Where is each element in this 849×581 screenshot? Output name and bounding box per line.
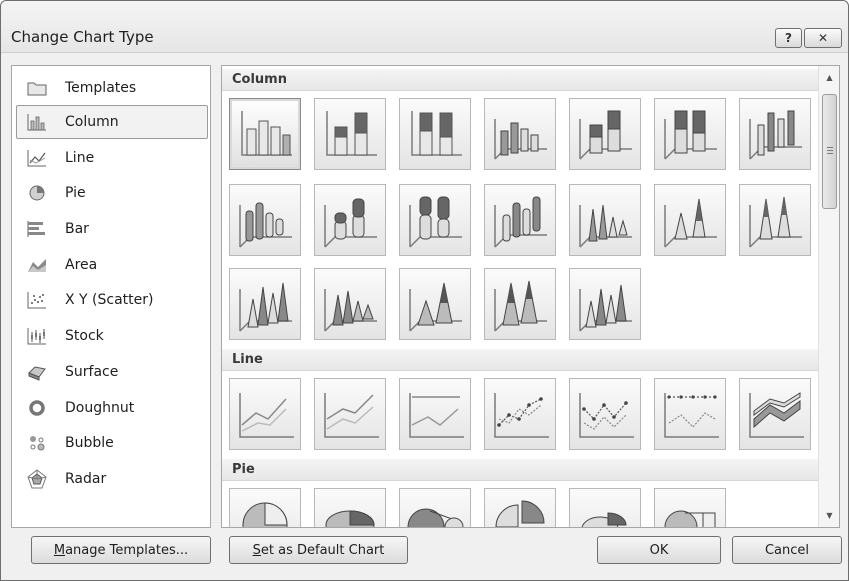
thumb-3d-cone[interactable] [229,268,301,340]
manage-templates-accesskey: M [53,542,66,558]
manage-templates-label: anage Templates... [65,542,189,558]
thumb-clustered-cylinder[interactable] [229,184,301,256]
chart-type-surface[interactable]: Surface [16,355,208,389]
chart-type-label: Line [65,150,95,166]
section-header-pie: Pie [222,459,818,481]
chart-type-label: Area [65,257,98,273]
scatter-chart-icon [27,290,47,310]
thumb-100-stacked-line-with-markers[interactable] [654,378,726,450]
chart-type-doughnut[interactable]: Doughnut [16,391,208,425]
thumb-3d-clustered-column[interactable] [484,98,556,170]
chart-type-templates[interactable]: Templates [16,71,208,105]
thumb-100-stacked-cylinder[interactable] [399,184,471,256]
thumb-clustered-column[interactable] [229,98,301,170]
chart-type-pie[interactable]: Pie [16,176,208,210]
thumb-pie[interactable] [229,488,301,527]
title-bar: Change Chart Type ? ✕ [1,1,848,53]
thumb-pie-of-pie[interactable] [399,488,471,527]
chart-type-label: Surface [65,364,119,380]
thumb-stacked-line-with-markers[interactable] [569,378,641,450]
thumb-bar-of-pie[interactable] [654,488,726,527]
bar-chart-icon [27,219,47,239]
column-chart-icon [27,112,47,132]
thumb-3d-line[interactable] [739,378,811,450]
scroll-thumb[interactable] [822,94,837,209]
thumb-100-stacked-cone[interactable] [739,184,811,256]
change-chart-type-dialog: Change Chart Type ? ✕ Templates Column L… [0,0,849,581]
thumb-3d-cylinder[interactable] [484,184,556,256]
thumb-3d-pie[interactable] [314,488,386,527]
thumb-exploded-3d-pie[interactable] [569,488,641,527]
close-button[interactable]: ✕ [804,28,842,48]
folder-icon [27,78,47,98]
section-header-column: Column [222,69,818,91]
help-button[interactable]: ? [775,28,802,48]
chart-type-list: Templates Column Line Pie Bar Area X Y (… [11,65,211,528]
stock-chart-icon [27,326,47,346]
chart-type-line[interactable]: Line [16,141,208,175]
chart-type-label: Templates [65,80,137,96]
thumb-stacked-column[interactable] [314,98,386,170]
set-default-label: et as Default Chart [260,542,385,558]
thumb-3d-100-stacked-column[interactable] [654,98,726,170]
thumb-stacked-pyramid[interactable] [399,268,471,340]
close-icon: ✕ [817,31,829,45]
thumb-clustered-cone[interactable] [569,184,641,256]
grip-line [827,147,833,148]
area-chart-icon [27,255,47,275]
chart-type-column[interactable]: Column [16,105,208,139]
chart-type-radar[interactable]: Radar [16,462,208,496]
set-default-accesskey: S [252,542,261,558]
chart-type-label: Doughnut [65,400,135,416]
line-chart-icon [27,148,47,168]
chart-type-label: Stock [65,328,104,344]
help-icon: ? [785,31,792,45]
scroll-up-arrow-icon[interactable]: ▲ [819,68,839,86]
pie-chart-icon [27,183,47,203]
thumb-3d-pyramid[interactable] [569,268,641,340]
chart-subtype-gallery: Column Line Pie ▲ ▼ [221,65,840,528]
chart-type-label: Pie [65,185,86,201]
thumb-100-stacked-pyramid[interactable] [484,268,556,340]
set-as-default-chart-button[interactable]: Set as Default Chart [229,536,408,564]
thumb-line-with-markers[interactable] [484,378,556,450]
scroll-down-arrow-icon[interactable]: ▼ [819,506,839,524]
thumb-3d-column[interactable] [739,98,811,170]
thumb-stacked-cone[interactable] [654,184,726,256]
chart-type-bar[interactable]: Bar [16,212,208,246]
cancel-button[interactable]: Cancel [732,536,842,564]
surface-chart-icon [27,362,47,382]
thumb-3d-stacked-column[interactable] [569,98,641,170]
radar-chart-icon [27,469,47,489]
chart-type-stock[interactable]: Stock [16,319,208,353]
thumb-exploded-pie[interactable] [484,488,556,527]
doughnut-chart-icon [27,398,47,418]
chart-type-scatter[interactable]: X Y (Scatter) [16,283,208,317]
chart-type-bubble[interactable]: Bubble [16,426,208,460]
thumb-line[interactable] [229,378,301,450]
chart-type-label: Column [65,114,119,130]
chart-type-area[interactable]: Area [16,248,208,282]
chart-type-label: Bar [65,221,89,237]
dialog-title: Change Chart Type [11,28,154,46]
thumb-100-stacked-column[interactable] [399,98,471,170]
section-header-line: Line [222,349,818,371]
chart-type-label: X Y (Scatter) [65,292,154,308]
grip-line [827,150,833,151]
thumb-clustered-pyramid[interactable] [314,268,386,340]
chart-type-label: Bubble [65,435,114,451]
manage-templates-button[interactable]: Manage Templates... [31,536,211,564]
thumb-stacked-line[interactable] [314,378,386,450]
thumb-100-stacked-line[interactable] [399,378,471,450]
bubble-chart-icon [27,433,47,453]
chart-type-label: Radar [65,471,107,487]
grip-line [827,153,833,154]
gallery-scrollbar[interactable]: ▲ ▼ [818,66,839,527]
thumb-stacked-cylinder[interactable] [314,184,386,256]
ok-button[interactable]: OK [597,536,721,564]
